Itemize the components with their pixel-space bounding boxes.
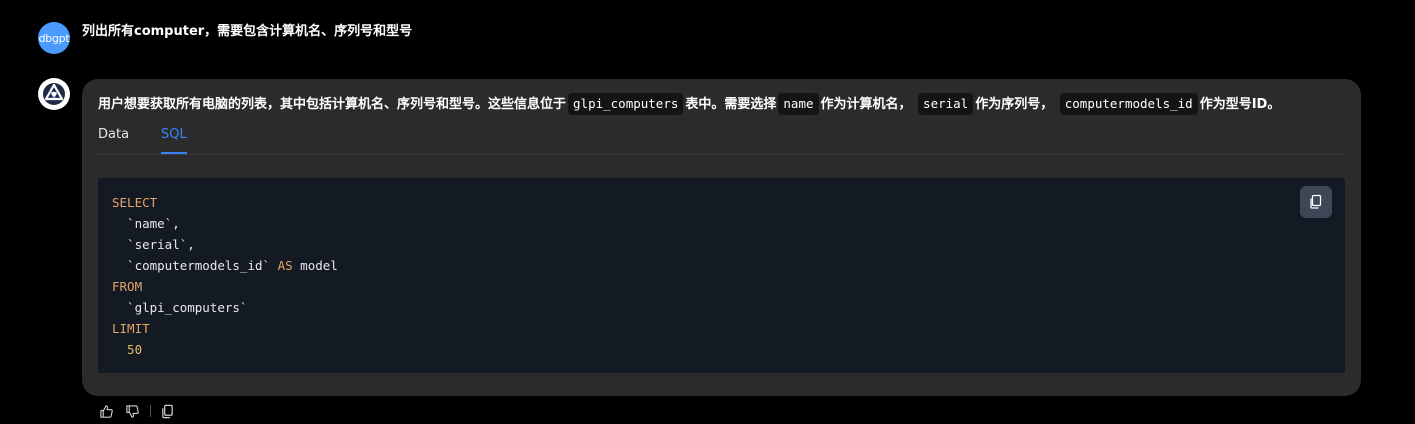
code-line: `computermodels_id` [112,258,278,273]
bot-logo-icon [43,83,65,105]
inline-code-name: name [778,93,819,115]
answer-text-part: 作为型号ID。 [1199,97,1281,112]
toolbar-divider [150,405,151,417]
tab-data[interactable]: Data [98,125,129,154]
thumbs-down-button[interactable] [124,403,140,419]
copy-icon [161,404,173,418]
assistant-answer-text: 用户想要获取所有电脑的列表，其中包括计算机名、序列号和型号。这些信息位于 glpi… [98,93,1280,117]
tab-sql[interactable]: SQL [161,125,187,154]
tab-divider [98,154,1345,155]
copy-message-button[interactable] [159,403,175,419]
result-tabs: Data SQL [98,125,219,155]
copy-code-button[interactable] [1300,186,1332,218]
bot-avatar [38,78,70,110]
user-message-text: 列出所有computer，需要包含计算机名、序列号和型号 [82,24,413,39]
code-line: model [292,258,338,273]
answer-text-part: 用户想要获取所有电脑的列表，其中包括计算机名、序列号和型号。这些信息位于 [98,97,567,112]
thumbs-up-button[interactable] [98,403,114,419]
thumbs-down-icon [125,404,139,418]
thumbs-up-icon [99,404,113,418]
user-message-row: dbgpt 列出所有computer，需要包含计算机名、序列号和型号 [38,22,412,54]
code-keyword: AS [277,258,293,273]
code-line: `glpi_computers` [112,300,248,315]
code-line: `name`, [112,216,180,231]
user-avatar: dbgpt [38,22,70,54]
code-keyword: FROM [112,279,143,294]
sql-code: SELECT `name`, `serial`, `computermodels… [112,192,1331,360]
sql-code-block: SELECT `name`, `serial`, `computermodels… [98,178,1345,373]
code-keyword: LIMIT [112,321,150,336]
answer-text-part: 作为序列号， [975,97,1054,112]
chat-page: dbgpt 列出所有computer，需要包含计算机名、序列号和型号 用户想要获… [0,0,1415,424]
inline-code-model-id: computermodels_id [1059,93,1198,115]
code-keyword: SELECT [112,195,158,210]
inline-code-serial: serial [918,93,974,115]
answer-text-part: 表中。需要选择 [685,97,777,112]
code-number: 50 [112,342,143,357]
code-line: `serial`, [112,237,195,252]
copy-icon [1310,194,1322,209]
feedback-toolbar [98,403,185,419]
answer-text-part: 作为计算机名， [820,97,912,112]
assistant-message-bubble: 用户想要获取所有电脑的列表，其中包括计算机名、序列号和型号。这些信息位于 glpi… [82,79,1361,396]
inline-code-table: glpi_computers [568,93,684,115]
